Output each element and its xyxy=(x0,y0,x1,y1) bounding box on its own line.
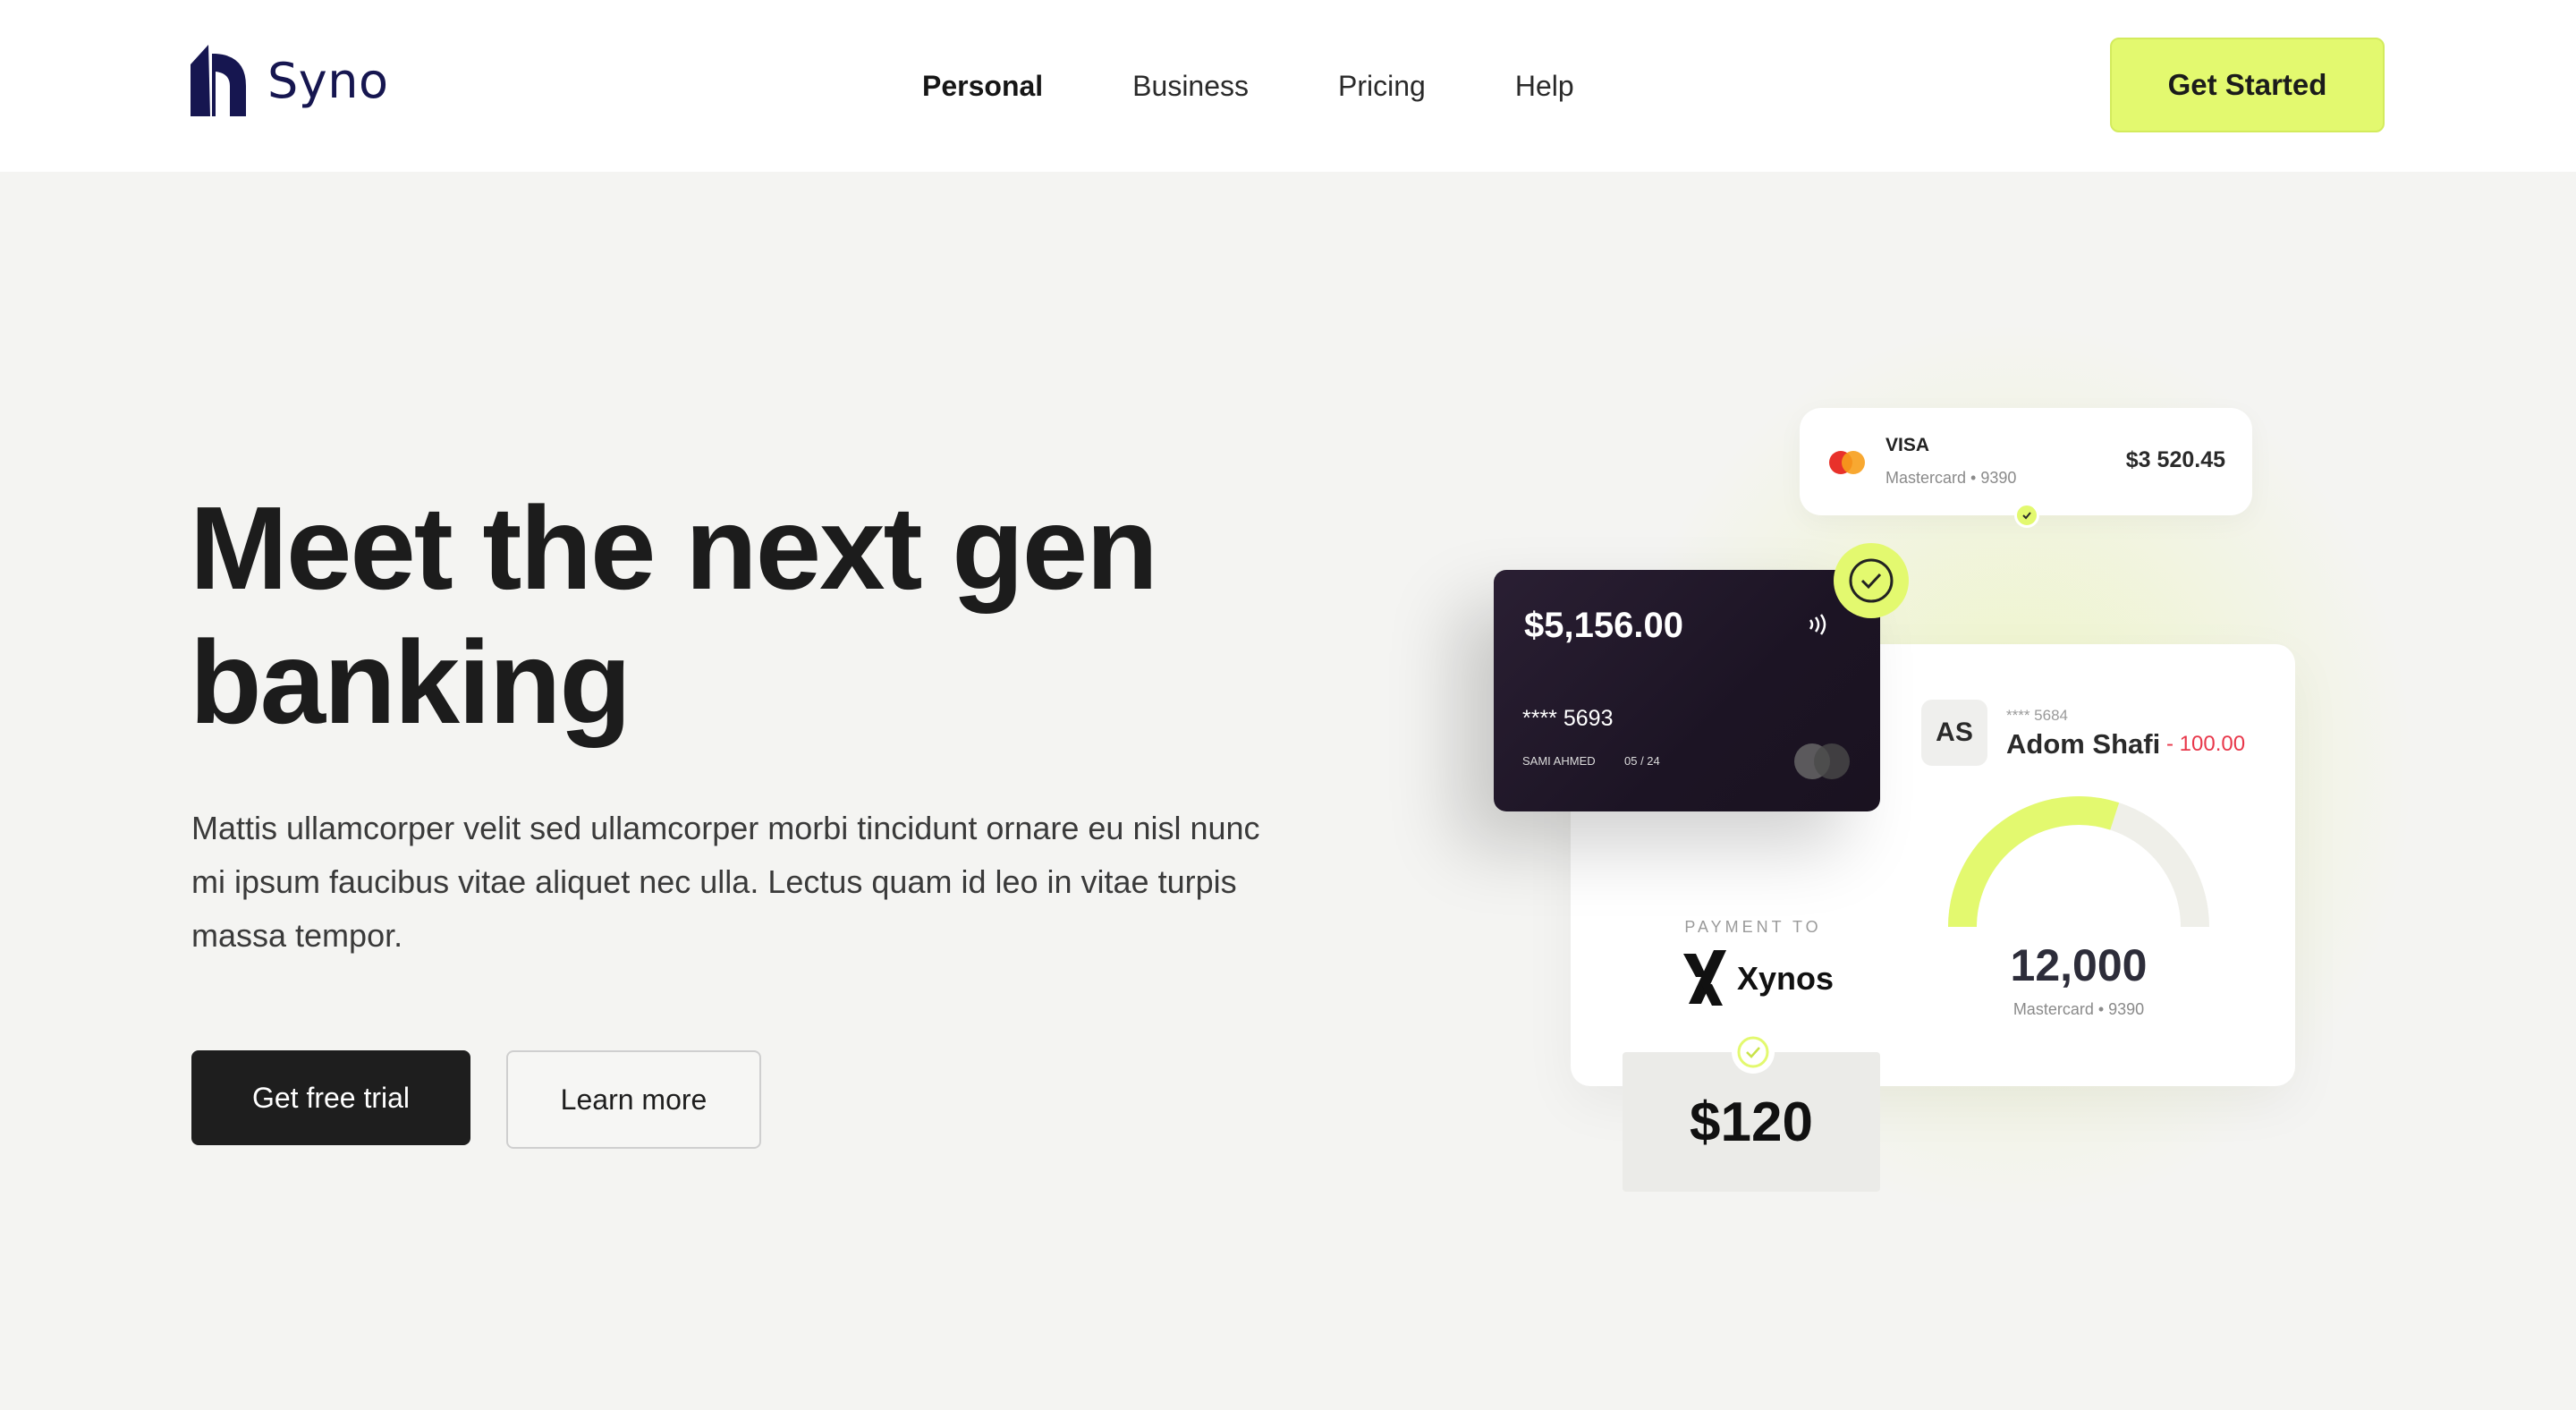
main-nav: Personal Business Pricing Help xyxy=(922,66,1574,106)
top-navbar: Syno Personal Business Pricing Help Get … xyxy=(0,0,2576,172)
bank-card: $5,156.00 **** 5693 SAMI AHMED 05 / 24 xyxy=(1494,570,1880,811)
nav-item-pricing[interactable]: Pricing xyxy=(1338,66,1426,106)
check-icon xyxy=(2014,503,2039,528)
get-free-trial-button[interactable]: Get free trial xyxy=(191,1050,470,1145)
merchant: Xynos xyxy=(1682,950,1834,1007)
page: Syno Personal Business Pricing Help Get … xyxy=(0,0,2576,1410)
card-expiry: 05 / 24 xyxy=(1624,754,1660,768)
gauge-subtitle: Mastercard • 9390 xyxy=(2012,1000,2145,1018)
visa-card-amount: $3 520.45 xyxy=(2125,447,2225,472)
card-holder: SAMI AHMED xyxy=(1522,754,1596,768)
payment-label: PAYMENT TO xyxy=(1684,918,1822,936)
gauge-fill xyxy=(1948,796,2120,928)
nav-item-help[interactable]: Help xyxy=(1515,66,1574,106)
merchant-name: Xynos xyxy=(1737,960,1835,997)
syno-logo-icon xyxy=(191,45,246,116)
mastercard-icon xyxy=(1794,743,1850,779)
xynos-logo-icon xyxy=(1683,950,1726,1006)
hero-headline: Meet the next gen banking xyxy=(190,482,1158,748)
recipient-card-number: **** 5684 xyxy=(2006,707,2069,724)
visa-card-title: VISA xyxy=(1885,435,1930,455)
brand-logo[interactable]: Syno xyxy=(191,45,389,116)
contactless-icon xyxy=(1809,614,1826,635)
transfer-amount: - 100.00 xyxy=(2166,732,2246,756)
mastercard-icon xyxy=(1829,451,1865,474)
visa-card-subtitle: Mastercard • 9390 xyxy=(1885,469,2017,487)
gauge-value: 12,000 xyxy=(2010,940,2148,990)
check-icon xyxy=(1732,1031,1775,1074)
brand-name: Syno xyxy=(267,52,389,109)
check-icon xyxy=(1834,543,1909,618)
hero-subtext: Mattis ullamcorper velit sed ullamcorper… xyxy=(191,810,1260,954)
card-balance: $5,156.00 xyxy=(1524,606,1683,645)
avatar: AS xyxy=(1921,700,1987,766)
learn-more-button[interactable]: Learn more xyxy=(506,1050,761,1149)
spending-gauge xyxy=(1948,796,2209,928)
card-number: **** 5693 xyxy=(1522,706,1614,731)
visa-transaction-card: VISA Mastercard • 9390 $3 520.45 xyxy=(1800,408,2252,515)
nav-item-business[interactable]: Business xyxy=(1132,66,1249,106)
get-started-button[interactable]: Get Started xyxy=(2110,38,2385,132)
recipient-name: Adom Shafi xyxy=(2006,728,2161,760)
nav-item-personal[interactable]: Personal xyxy=(922,66,1043,106)
